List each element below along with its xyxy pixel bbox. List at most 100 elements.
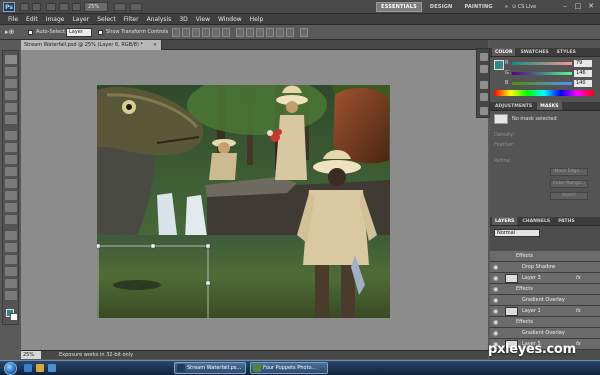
document-tab[interactable]: Stream Waterfall.psd @ 25% (Layer 6, RGB… (21, 40, 163, 50)
align-top-icon[interactable] (172, 28, 180, 37)
quick-selection-tool-icon[interactable] (5, 91, 17, 100)
distribute-top-icon[interactable] (236, 28, 244, 37)
tab-paths[interactable]: PATHS (555, 217, 577, 225)
blue-value-field[interactable]: 140 (574, 80, 592, 87)
eye-icon[interactable]: ◉ (493, 264, 498, 271)
auto-select-checkbox[interactable] (28, 30, 33, 35)
start-button[interactable] (4, 362, 17, 375)
eye-icon[interactable]: ◉ (493, 275, 498, 282)
red-slider-track[interactable] (512, 62, 572, 65)
menu-select[interactable]: Select (97, 14, 116, 24)
layer-row-layer-3[interactable]: ◉ Layer 3 fx (490, 273, 600, 284)
actions-panel-icon[interactable] (480, 65, 488, 73)
maximize-button[interactable]: □ (573, 1, 583, 11)
zoom-tool-icon[interactable] (5, 291, 17, 300)
screen-mode-icon[interactable] (130, 3, 142, 11)
distribute-vcenter-icon[interactable] (246, 28, 254, 37)
align-hcenter-icon[interactable] (212, 28, 220, 37)
quick-launch-ie-icon[interactable] (24, 364, 32, 372)
lasso-tool-icon[interactable] (5, 79, 17, 88)
workspace-painting[interactable]: PAINTING (460, 2, 496, 12)
bridge-icon[interactable] (20, 3, 29, 11)
healing-brush-tool-icon[interactable] (5, 131, 17, 140)
align-bottom-icon[interactable] (192, 28, 200, 37)
dodge-tool-icon[interactable] (5, 215, 17, 224)
eye-icon[interactable]: ◉ (493, 308, 498, 315)
menu-view[interactable]: View (196, 14, 210, 24)
distribute-left-icon[interactable] (266, 28, 274, 37)
menu-layer[interactable]: Layer (72, 14, 89, 24)
distribute-right-icon[interactable] (286, 28, 294, 37)
eraser-tool-icon[interactable] (5, 179, 17, 188)
marquee-tool-icon[interactable] (5, 67, 17, 76)
menu-filter[interactable]: Filter (124, 14, 139, 24)
menu-window[interactable]: Window (218, 14, 242, 24)
tab-styles[interactable]: STYLES (554, 48, 579, 56)
clone-stamp-tool-icon[interactable] (5, 155, 17, 164)
quick-launch-desktop-icon[interactable] (48, 364, 56, 372)
gradient-tool-icon[interactable] (5, 191, 17, 200)
workspace-design[interactable]: DESIGN (426, 2, 457, 12)
blue-slider-track[interactable] (512, 82, 572, 85)
menu-image[interactable]: Image (46, 14, 65, 24)
3d-rotate-tool-icon[interactable] (5, 279, 17, 288)
close-tab-icon[interactable]: × (153, 40, 157, 50)
distribute-bottom-icon[interactable] (256, 28, 264, 37)
blue-slider[interactable]: B 140 (505, 80, 594, 87)
cs-live-menu[interactable]: ⊙ CS Live (512, 2, 536, 12)
menu-file[interactable]: File (8, 14, 18, 24)
eye-icon[interactable]: ◉ (493, 286, 498, 293)
align-left-icon[interactable] (202, 28, 210, 37)
shape-tool-icon[interactable] (5, 267, 17, 276)
rotate-view-icon[interactable] (72, 3, 81, 11)
tab-color[interactable]: COLOR (492, 48, 516, 56)
distribute-hcenter-icon[interactable] (276, 28, 284, 37)
layer-row-layer-1[interactable]: ◉ Layer 1 fx (490, 306, 600, 317)
pen-tool-icon[interactable] (5, 231, 17, 240)
eye-icon[interactable]: ◉ (493, 297, 498, 304)
green-slider[interactable]: G 146 (505, 70, 594, 77)
fx-icon[interactable]: fx (576, 273, 581, 284)
align-vcenter-icon[interactable] (182, 28, 190, 37)
green-value-field[interactable]: 146 (574, 70, 592, 77)
layer-effects-row[interactable]: ◉ Effects (490, 284, 600, 295)
navigator-panel-icon[interactable] (480, 107, 488, 115)
brush-tool-icon[interactable] (5, 143, 17, 152)
blur-tool-icon[interactable] (5, 203, 17, 212)
layer-effects-row[interactable]: ◉ Effects (490, 317, 600, 328)
workspace-more[interactable]: » (501, 2, 512, 12)
tab-adjustments[interactable]: ADJUSTMENTS (492, 102, 535, 110)
eye-icon[interactable]: ◉ (493, 330, 498, 337)
character-panel-icon[interactable] (480, 81, 488, 89)
tab-layers[interactable]: LAYERS (492, 217, 518, 225)
background-color-swatch[interactable] (10, 313, 18, 321)
align-right-icon[interactable] (222, 28, 230, 37)
menu-analysis[interactable]: Analysis (147, 14, 172, 24)
zoom-icon[interactable] (59, 3, 69, 11)
green-slider-track[interactable] (512, 72, 572, 75)
path-selection-tool-icon[interactable] (5, 255, 17, 264)
layer-effects-row[interactable]: Effects (490, 251, 600, 262)
status-zoom-field[interactable]: 25% (21, 351, 41, 359)
move-tool-icon[interactable] (5, 55, 17, 64)
menu-help[interactable]: Help (250, 14, 264, 24)
move-tool-preset-icon[interactable]: ▸⊕ (5, 28, 19, 37)
show-transform-checkbox[interactable] (98, 30, 103, 35)
mask-edge-button[interactable]: Mask Edge... (550, 168, 588, 176)
type-tool-icon[interactable] (5, 243, 17, 252)
red-slider[interactable]: R 79 (505, 60, 594, 67)
color-range-button[interactable]: Color Range... (550, 180, 588, 188)
history-brush-tool-icon[interactable] (5, 167, 17, 176)
red-value-field[interactable]: 79 (574, 60, 592, 67)
quick-launch-explorer-icon[interactable] (36, 364, 44, 372)
hand-icon[interactable] (46, 3, 56, 11)
arrange-documents-icon[interactable] (114, 3, 126, 11)
paragraph-panel-icon[interactable] (480, 93, 488, 101)
layer-effect-gradient-overlay[interactable]: ◉ Gradient Overlay (490, 328, 600, 339)
close-button[interactable]: ✕ (586, 1, 596, 11)
workspace-essentials[interactable]: ESSENTIALS (376, 2, 422, 12)
tab-swatches[interactable]: SWATCHES (517, 48, 551, 56)
layer-effect-gradient-overlay[interactable]: ◉ Gradient Overlay (490, 295, 600, 306)
document-canvas[interactable] (97, 85, 390, 318)
invert-button[interactable]: Invert (550, 192, 588, 200)
